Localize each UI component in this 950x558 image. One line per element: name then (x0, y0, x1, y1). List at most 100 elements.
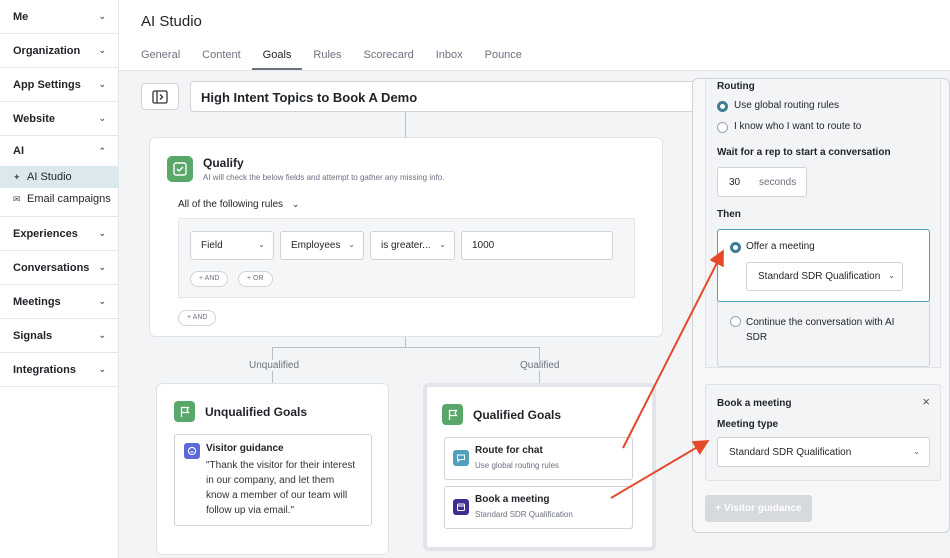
sidebar-item-label: Me (13, 10, 29, 23)
panel-toggle-icon (152, 89, 168, 104)
sidebar-item-signals[interactable]: Signals ⌄ (0, 319, 118, 353)
sidebar-item-label: Email campaigns (27, 193, 111, 205)
goal-title: Book a meeting (475, 494, 550, 505)
route-for-chat-settings: Routing Use global routing rules I know … (705, 79, 941, 368)
connector-line (272, 347, 539, 348)
tab-scorecard[interactable]: Scorecard (364, 44, 414, 70)
field-type-select[interactable]: Field ⌄ (190, 231, 274, 260)
rule-mode-dropdown[interactable]: All of the following rules ⌄ (178, 199, 299, 210)
radio-label: Continue the conversation with AI (746, 317, 895, 328)
sidebar-item-integrations[interactable]: Integrations ⌄ (0, 353, 118, 387)
unqualified-goals-title: Unqualified Goals (205, 405, 308, 419)
book-meeting-title: Book a meeting (717, 398, 792, 409)
page-title: AI Studio (141, 13, 202, 30)
select-value: is greater... (381, 240, 431, 251)
field-select[interactable]: Employees ⌄ (280, 231, 364, 260)
branch-label-unqualified: Unqualified (247, 360, 302, 371)
sparkle-icon: ✦ (13, 171, 21, 182)
goal-message-line: in our company, and let them (206, 475, 335, 486)
goal-title: Visitor guidance (206, 443, 284, 454)
rule-group: Field ⌄ Employees ⌄ is greater... ⌄ 1000 + … (178, 218, 635, 298)
qualified-goals-title: Qualified Goals (473, 408, 562, 422)
rule-value-input[interactable]: 1000 (461, 231, 613, 260)
radio-label: SDR (746, 332, 768, 343)
qualified-goals-card[interactable]: Qualified Goals Route for chat Use globa… (423, 383, 656, 551)
book-a-meeting-goal[interactable]: Book a meeting Standard SDR Qualificatio… (444, 486, 633, 529)
chevron-down-icon: ⌄ (98, 296, 106, 306)
qualify-subtitle: AI will check the below fields and attem… (203, 173, 445, 182)
radio-label: I know who I want to route to (734, 121, 862, 132)
connector-line (405, 112, 406, 137)
sidebar-item-ai-studio[interactable]: ✦ AI Studio (0, 166, 118, 188)
chevron-down-icon: ⌄ (98, 45, 106, 55)
tab-content[interactable]: Content (202, 44, 241, 70)
wait-seconds-input[interactable]: 30 seconds (717, 167, 807, 197)
sidebar-item-me[interactable]: Me ⌄ (0, 0, 118, 34)
flow-name-input[interactable]: High Intent Topics to Book A Demo (190, 81, 710, 112)
add-visitor-guidance-button[interactable]: + Visitor guidance (705, 495, 812, 522)
sidebar-item-conversations[interactable]: Conversations ⌄ (0, 251, 118, 285)
select-value: Standard SDR Qualification (729, 447, 852, 458)
route-for-chat-goal[interactable]: Route for chat Use global routing rules (444, 437, 633, 480)
meeting-type-select[interactable]: Standard SDR Qualification ⌄ (746, 262, 903, 291)
close-icon[interactable]: × (922, 394, 930, 409)
chat-bubble-icon (184, 443, 200, 459)
offer-meeting-option[interactable]: Offer a meeting Standard SDR Qualificati… (717, 229, 930, 302)
calendar-icon (453, 499, 469, 515)
chevron-down-icon: ⌄ (98, 364, 106, 374)
tab-general[interactable]: General (141, 44, 180, 70)
chevron-up-icon: ⌃ (98, 145, 106, 156)
sidebar-item-experiences[interactable]: Experiences ⌄ (0, 217, 118, 251)
sidebar-item-email-campaigns[interactable]: ✉ Email campaigns (0, 188, 118, 210)
sidebar-item-label: App Settings (13, 78, 81, 91)
radio-label-continue-ai: Continue the conversation with AI SDR (746, 315, 894, 345)
tab-rules[interactable]: Rules (313, 44, 341, 70)
unqualified-goals-card[interactable]: Unqualified Goals Visitor guidance "Than… (156, 383, 389, 555)
sidebar-item-label: Integrations (13, 363, 76, 376)
flag-icon (442, 404, 463, 425)
operator-select[interactable]: is greater... ⌄ (370, 231, 455, 260)
chevron-down-icon: ⌄ (348, 240, 355, 249)
mail-icon: ✉ (13, 193, 21, 204)
branch-label-qualified: Qualified (518, 360, 562, 371)
wait-value: 30 (729, 177, 741, 188)
tab-inbox[interactable]: Inbox (436, 44, 463, 70)
tab-pounce[interactable]: Pounce (485, 44, 522, 70)
qualify-card[interactable]: Qualify AI will check the below fields a… (149, 137, 663, 337)
radio-continue-ai[interactable] (730, 316, 741, 327)
collapse-panel-button[interactable] (141, 83, 179, 110)
sidebar-item-website[interactable]: Website ⌄ (0, 102, 118, 136)
add-and-group-button[interactable]: + AND (178, 310, 217, 326)
sidebar-item-label: Website (13, 112, 55, 125)
radio-offer-meeting[interactable] (730, 242, 741, 253)
sidebar-item-meetings[interactable]: Meetings ⌄ (0, 285, 118, 319)
then-label: Then (717, 209, 741, 220)
book-meeting-settings: Book a meeting × Meeting type Standard S… (705, 384, 941, 481)
radio-global-routing[interactable] (717, 101, 728, 112)
chevron-down-icon: ⌄ (913, 447, 920, 456)
add-and-button[interactable]: + AND (190, 271, 229, 287)
meeting-type-select[interactable]: Standard SDR Qualification ⌄ (717, 437, 930, 467)
chevron-down-icon: ⌄ (888, 271, 895, 280)
sidebar-item-label: Experiences (13, 227, 78, 240)
chevron-down-icon: ⌄ (98, 11, 106, 21)
rule-mode-label: All of the following rules (178, 199, 284, 210)
sidebar-item-ai[interactable]: AI ⌃ (0, 136, 118, 166)
qualify-title: Qualify (203, 156, 244, 170)
radio-specific-route[interactable] (717, 122, 728, 133)
visitor-guidance-goal[interactable]: Visitor guidance "Thank the visitor for … (174, 434, 372, 526)
then-options-group: Offer a meeting Standard SDR Qualificati… (717, 229, 930, 367)
add-or-button[interactable]: + OR (238, 271, 273, 287)
sidebar-item-organization[interactable]: Organization ⌄ (0, 34, 118, 68)
goal-message-line: follow up via email." (206, 505, 295, 516)
chevron-down-icon: ⌄ (258, 240, 265, 249)
sidebar-item-label: Organization (13, 44, 81, 57)
goal-message-line: know a member of our team will (206, 490, 348, 501)
sidebar-item-app-settings[interactable]: App Settings ⌄ (0, 68, 118, 102)
goal-message: "Thank the visitor for their interest in… (206, 458, 355, 518)
chevron-down-icon: ⌄ (439, 240, 446, 249)
sidebar: Me ⌄ Organization ⌄ App Settings ⌄ Website ⌄… (0, 0, 119, 558)
tab-goals[interactable]: Goals (251, 44, 303, 70)
chevron-down-icon: ⌄ (98, 330, 106, 340)
meeting-type-label: Meeting type (717, 419, 779, 430)
